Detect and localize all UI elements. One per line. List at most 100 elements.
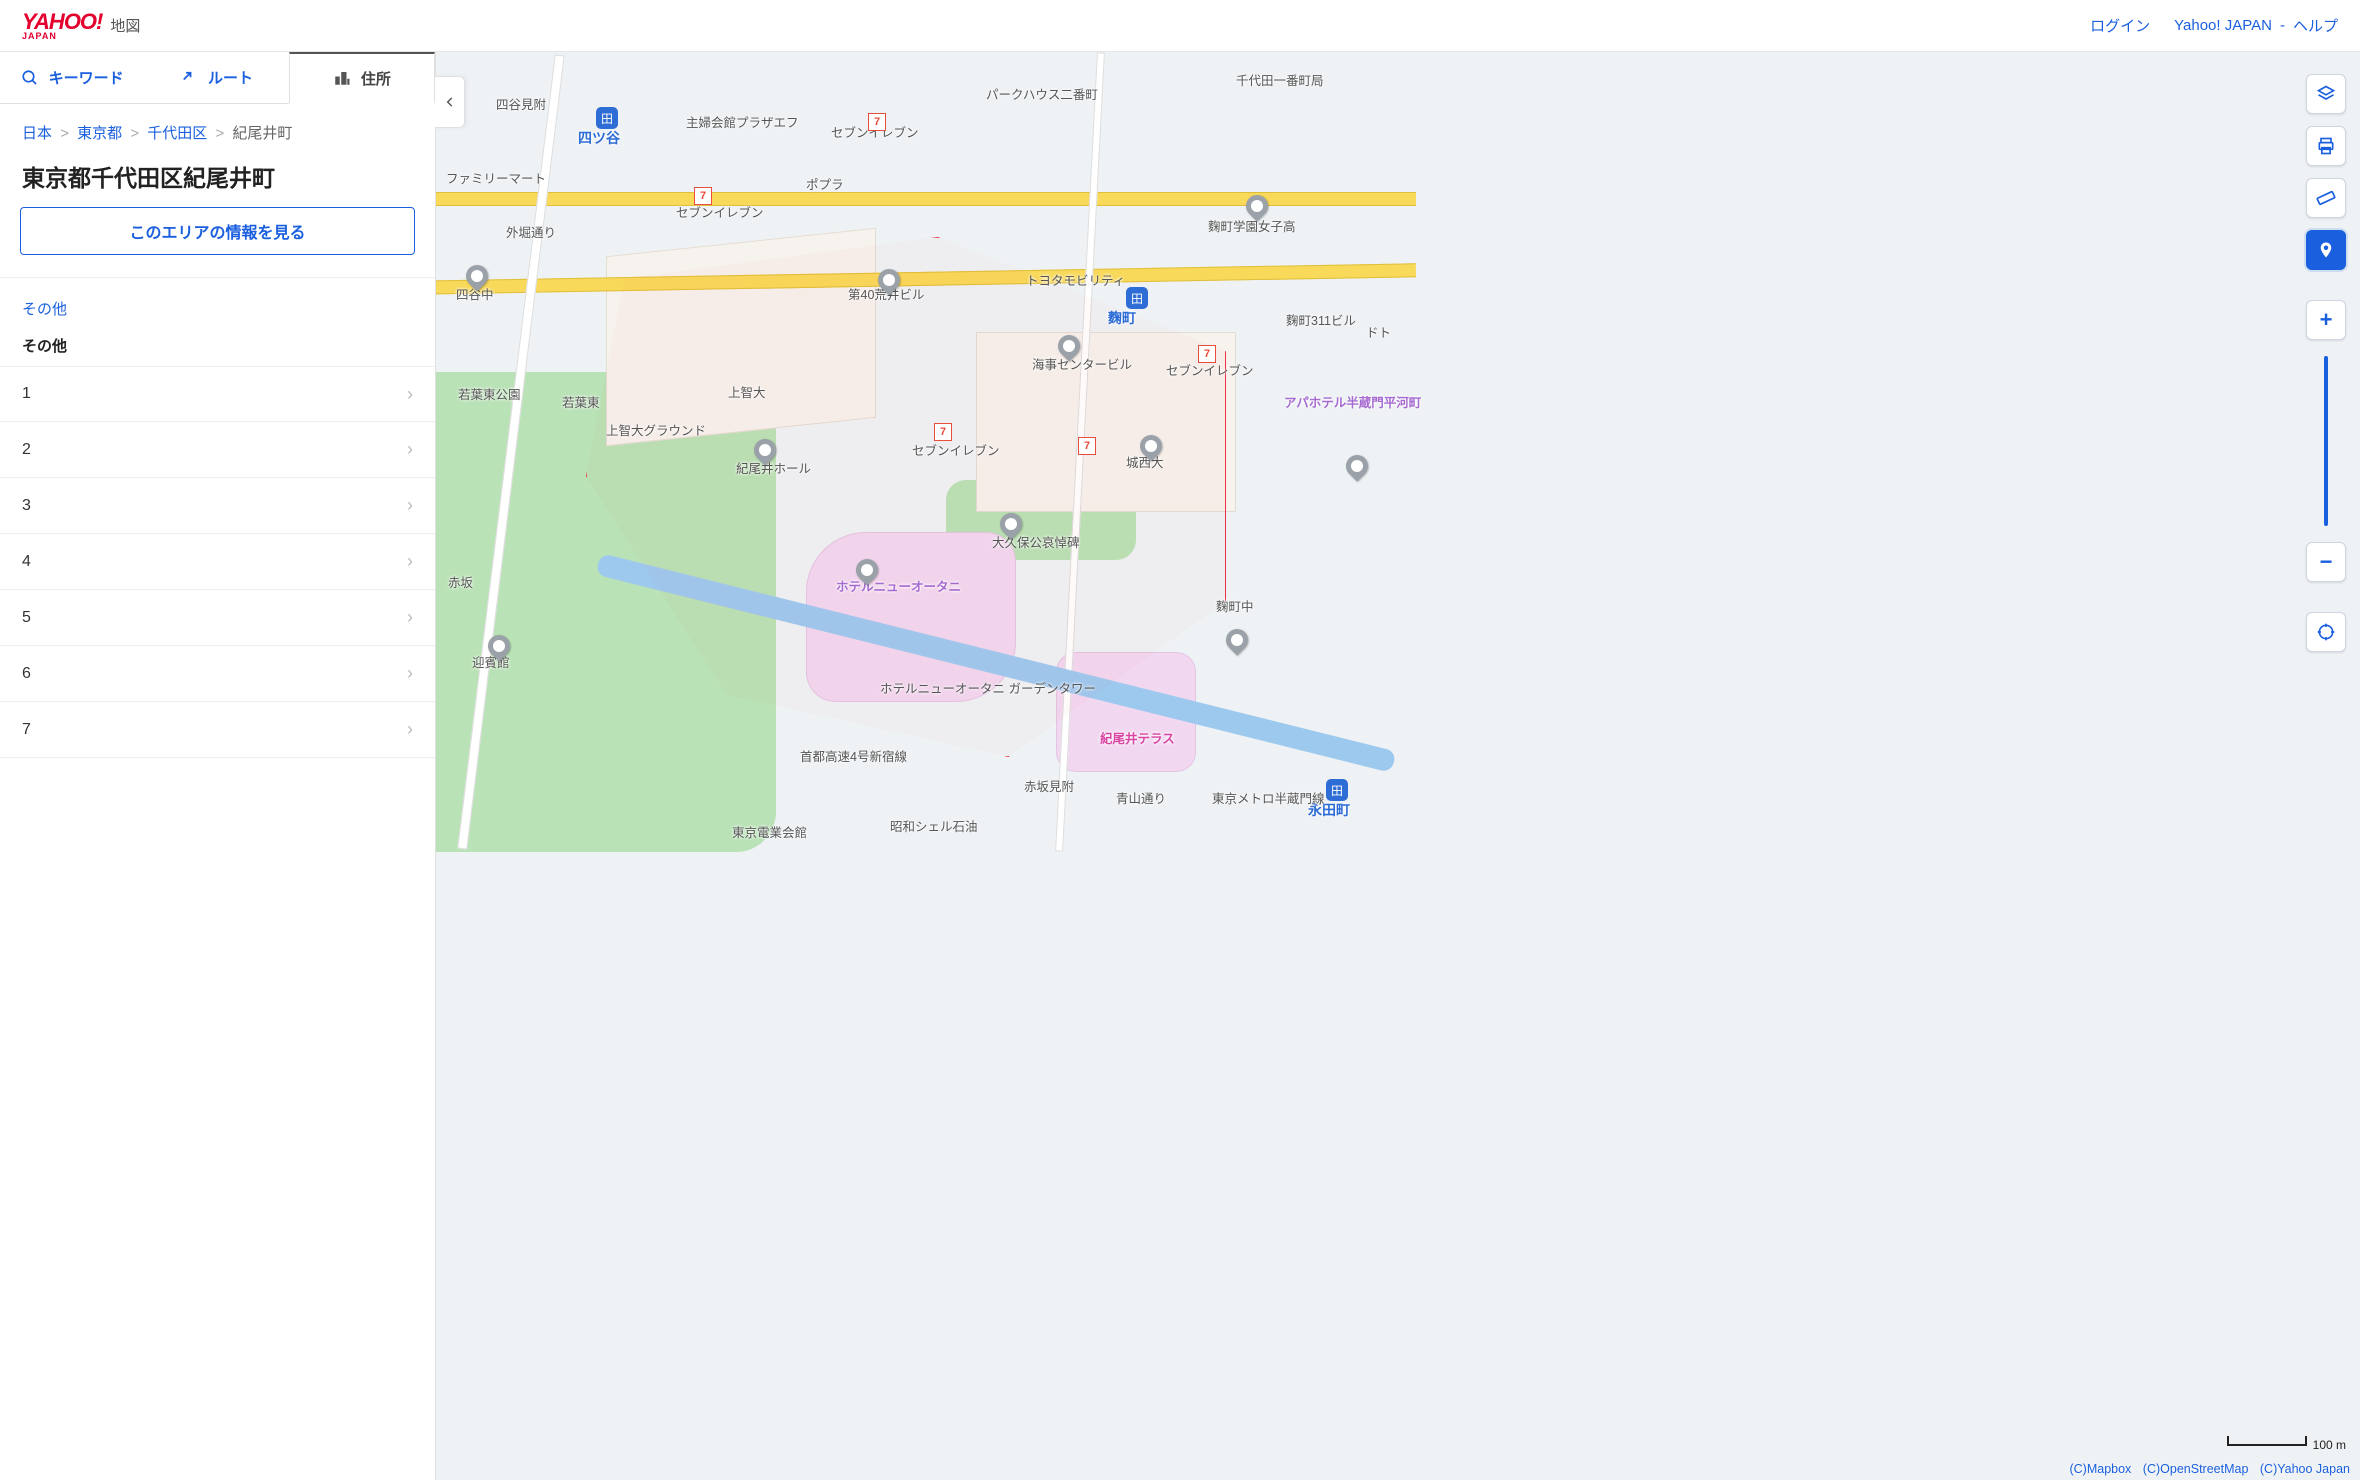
address-list: 1›2›3›4›5›6›7› — [0, 366, 435, 1480]
pin-gray-icon — [749, 434, 780, 465]
seven-eleven-icon — [1198, 345, 1216, 363]
zoom-slider[interactable] — [2324, 356, 2328, 526]
logo[interactable]: YAHOO! JAPAN 地図 — [22, 11, 140, 41]
convenience-store-marker[interactable] — [1196, 340, 1218, 368]
train-icon: 田 — [596, 107, 618, 129]
seven-eleven-icon — [868, 113, 886, 131]
crumb-sep: > — [60, 125, 69, 142]
train-icon: 田 — [1326, 779, 1348, 801]
tab-address[interactable]: 住所 — [289, 52, 435, 104]
poi-marker[interactable] — [1246, 192, 1268, 220]
map-label: パークハウス二番町 — [986, 84, 1098, 103]
area-info-button[interactable]: このエリアの情報を見る — [20, 207, 415, 255]
chevron-right-icon: › — [407, 719, 413, 740]
seven-eleven-icon — [694, 187, 712, 205]
map-label: 千代田一番町局 — [1236, 70, 1324, 89]
address-row-label: 5 — [22, 609, 31, 627]
map-canvas[interactable]: 田四ツ谷田麴町田永田町四谷見附主婦会館プラザエフパークハウス二番町千代田一番町局… — [436, 52, 2360, 1480]
address-row-label: 6 — [22, 665, 31, 683]
map-attribution: (C)Mapbox (C)OpenStreetMap (C)Yahoo Japa… — [2061, 1462, 2350, 1476]
address-row[interactable]: 3› — [0, 478, 435, 534]
print-button[interactable] — [2306, 126, 2346, 166]
poi-marker[interactable] — [856, 556, 878, 584]
pin-gray-icon — [1135, 430, 1166, 461]
pin-gray-icon — [1221, 624, 1252, 655]
pin-gray-icon — [873, 264, 904, 295]
poi-marker[interactable] — [1058, 332, 1080, 360]
map-label: 東京電業会館 — [732, 822, 807, 841]
crumb-link[interactable]: 千代田区 — [147, 125, 207, 142]
crumb-link[interactable]: 東京都 — [77, 125, 122, 142]
address-row[interactable]: 4› — [0, 534, 435, 590]
chevron-right-icon: › — [407, 607, 413, 628]
poi-marker[interactable] — [488, 632, 510, 660]
station-label: 四ツ谷 — [578, 128, 620, 148]
attr-item[interactable]: (C)Yahoo Japan — [2260, 1462, 2350, 1476]
address-row-label: 1 — [22, 385, 31, 403]
map-label: ホテルニューオータニ — [836, 576, 961, 595]
login-link[interactable]: ログイン — [2090, 15, 2150, 36]
crosshair-icon — [2316, 622, 2336, 642]
pin-mode-button[interactable] — [2306, 230, 2346, 270]
zoom-out-button[interactable]: − — [2306, 542, 2346, 582]
map-label: 上智大グラウンド — [606, 420, 706, 439]
address-row[interactable]: 7› — [0, 702, 435, 758]
convenience-store-marker[interactable] — [866, 108, 888, 136]
pin-gray-icon — [995, 508, 1026, 539]
pin-gray-icon — [1241, 190, 1272, 221]
map-label: 青山通り — [1116, 788, 1166, 807]
poi-marker[interactable] — [1226, 626, 1248, 654]
map-label: 昭和シェル石油 — [890, 816, 978, 835]
locate-button[interactable] — [2306, 612, 2346, 652]
tab-keyword[interactable]: キーワード — [0, 52, 144, 103]
address-row[interactable]: 1› — [0, 366, 435, 422]
poi-marker[interactable] — [1000, 510, 1022, 538]
layers-button[interactable] — [2306, 74, 2346, 114]
poi-marker[interactable] — [754, 436, 776, 464]
address-row[interactable]: 2› — [0, 422, 435, 478]
convenience-store-marker[interactable] — [1076, 432, 1098, 460]
print-icon — [2316, 136, 2336, 156]
search-icon — [21, 69, 39, 87]
help-link[interactable]: ヘルプ — [2293, 15, 2338, 36]
attr-item[interactable]: (C)Mapbox — [2069, 1462, 2131, 1476]
chevron-right-icon: › — [407, 551, 413, 572]
panel-collapse-button[interactable] — [435, 76, 465, 128]
minus-icon: − — [2320, 549, 2333, 575]
ruler-icon — [2316, 188, 2336, 208]
map-tool-column: + − — [2306, 74, 2346, 652]
measure-button[interactable] — [2306, 178, 2346, 218]
convenience-store-marker[interactable] — [692, 182, 714, 210]
poi-marker[interactable] — [1140, 432, 1162, 460]
page-title: 東京都千代田区紀尾井町 — [0, 149, 435, 207]
side-panel: キーワード ルート 住所 日本 > 東京都 > 千代田区 > 紀尾井町 東京都千… — [0, 52, 436, 1480]
pin-gray-icon — [851, 554, 882, 585]
map-label: トヨタモビリティ — [1026, 270, 1125, 289]
tab-address-label: 住所 — [361, 68, 391, 89]
pin-gray-icon — [483, 630, 514, 661]
address-row[interactable]: 5› — [0, 590, 435, 646]
pin-icon — [2317, 241, 2335, 259]
section-anchor-link[interactable]: その他 — [22, 301, 67, 318]
poi-marker[interactable] — [466, 262, 488, 290]
convenience-store-marker[interactable] — [932, 418, 954, 446]
address-row[interactable]: 6› — [0, 646, 435, 702]
map-label: 麴町中 — [1216, 596, 1254, 615]
yahoo-japan-link[interactable]: Yahoo! JAPAN — [2174, 17, 2272, 34]
zoom-in-button[interactable]: + — [2306, 300, 2346, 340]
route-arrow-icon — [180, 69, 198, 87]
pin-gray-icon — [1341, 450, 1372, 481]
map-area[interactable]: 田四ツ谷田麴町田永田町四谷見附主婦会館プラザエフパークハウス二番町千代田一番町局… — [436, 52, 2360, 1480]
poi-marker[interactable] — [878, 266, 900, 294]
map-label: ドト — [1366, 322, 1391, 341]
chevron-right-icon: › — [407, 663, 413, 684]
address-row-label: 2 — [22, 441, 31, 459]
crumb-link[interactable]: 日本 — [22, 125, 52, 142]
tab-keyword-label: キーワード — [49, 67, 124, 88]
map-label: 主婦会館プラザエフ — [686, 112, 799, 131]
poi-marker[interactable] — [1346, 452, 1368, 480]
tab-route[interactable]: ルート — [144, 52, 288, 103]
map-label: 東京メトロ半蔵門線 — [1212, 788, 1325, 807]
main: キーワード ルート 住所 日本 > 東京都 > 千代田区 > 紀尾井町 東京都千… — [0, 52, 2360, 1480]
attr-item[interactable]: (C)OpenStreetMap — [2143, 1462, 2249, 1476]
